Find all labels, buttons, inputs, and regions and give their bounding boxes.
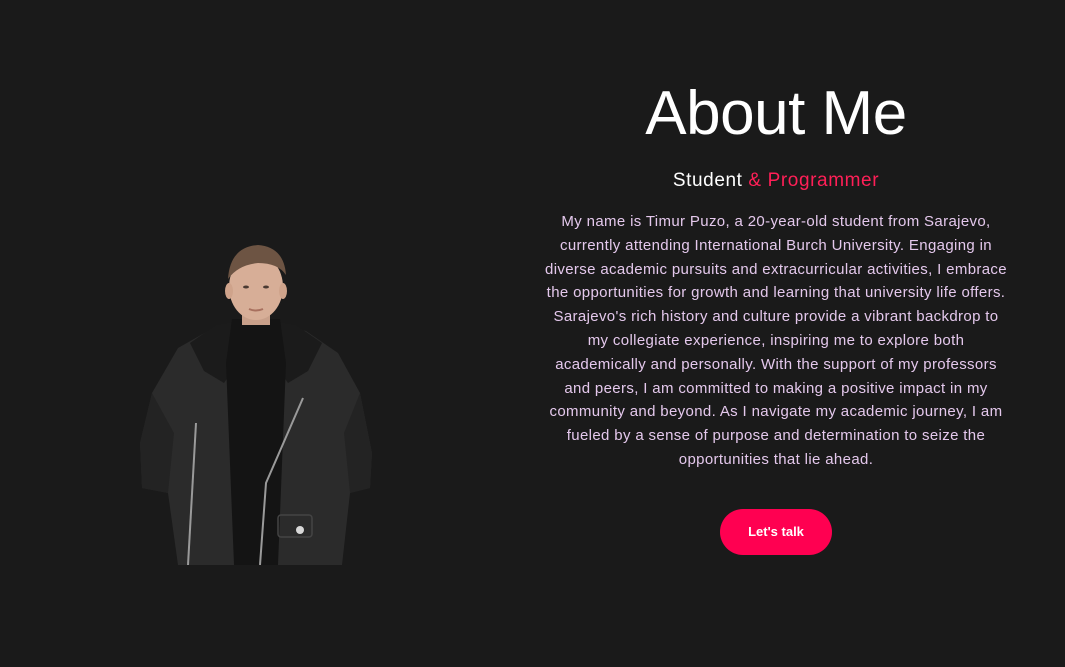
subtitle-role-programmer: & Programmer	[742, 170, 880, 191]
about-section: About Me Student & Programmer My name is…	[0, 0, 1065, 667]
profile-photo	[138, 243, 374, 565]
page-title: About Me	[645, 79, 907, 148]
about-content: About Me Student & Programmer My name is…	[540, 78, 1012, 555]
bio-paragraph: My name is Timur Puzo, a 20-year-old stu…	[545, 213, 1007, 468]
subtitle: Student & Programmer	[540, 168, 1012, 194]
subtitle-role-student: Student	[672, 170, 743, 191]
lets-talk-button[interactable]: Let's talk	[720, 508, 832, 555]
